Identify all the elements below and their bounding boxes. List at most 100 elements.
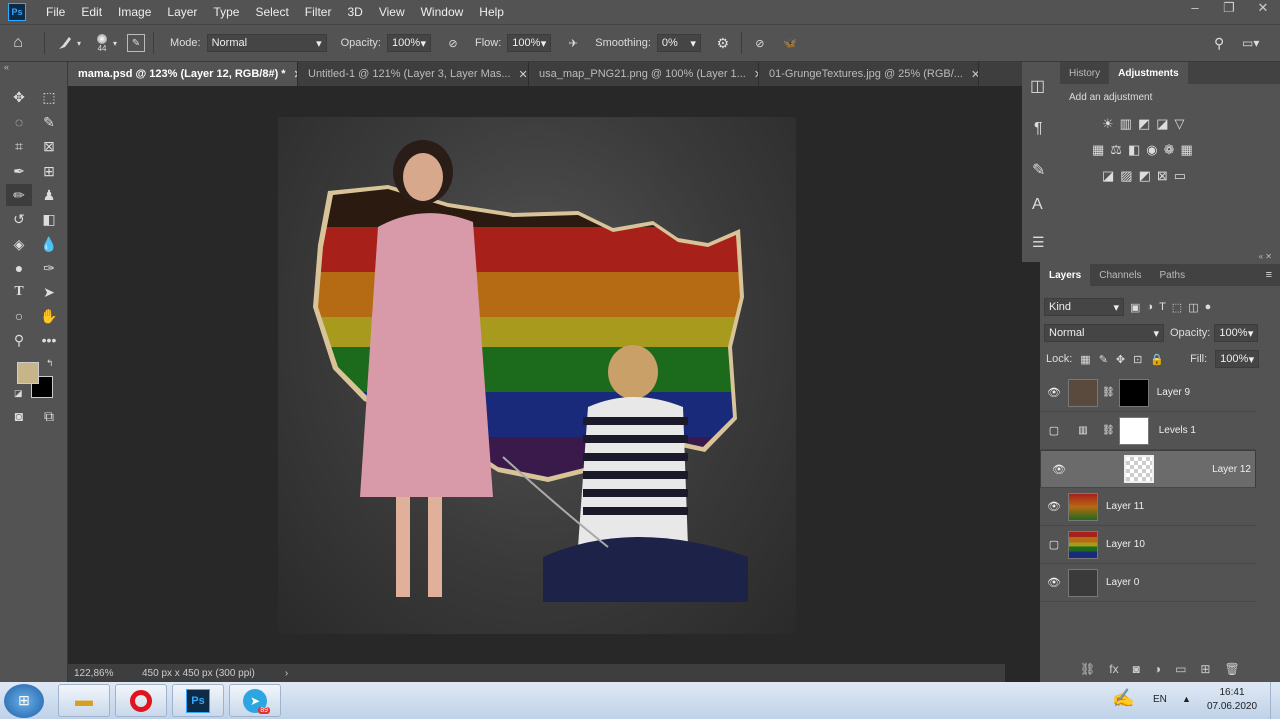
filter-type-icon[interactable]: T [1159,301,1166,313]
character-icon[interactable]: A [1032,196,1043,214]
restore-button[interactable]: ❐ [1212,0,1246,20]
visibility-eye-icon[interactable]: 👁 [1040,576,1068,589]
brush-tool-icon[interactable]: ✏ [6,184,32,206]
layer-mask-thumbnail[interactable] [1118,378,1149,407]
layer-mask-thumbnail[interactable] [1118,416,1149,445]
brush-preset-picker[interactable]: 44 [91,33,113,53]
color-lookup-icon[interactable]: ▦ [1181,142,1193,158]
lock-artboard-icon[interactable]: ⊡ [1133,353,1142,366]
chevron-down-icon[interactable]: ▾ [77,39,81,48]
lasso-tool-icon[interactable]: ◌ [6,111,32,133]
filter-pixel-icon[interactable]: ▣ [1130,301,1140,314]
explorer-taskbar-icon[interactable]: ▬ [58,684,110,717]
hand-tool-icon[interactable]: ✋ [36,305,62,327]
zoom-level[interactable]: 122,86% [74,668,134,679]
brush-settings-icon[interactable]: ✎ [1032,160,1045,180]
close-icon[interactable]: ✕ [519,68,528,81]
default-colors-icon[interactable]: ◪ [14,388,23,399]
close-button[interactable]: ✕ [1246,0,1280,20]
blend-mode-select[interactable]: Normal ▾ [1044,324,1164,342]
menu-help[interactable]: Help [471,5,512,19]
menu-window[interactable]: Window [413,5,472,19]
menu-edit[interactable]: Edit [73,5,110,19]
paragraph-icon[interactable]: ¶ [1034,120,1043,138]
brightness-icon[interactable]: ☀ [1102,116,1114,132]
clock[interactable]: 16:41 07.06.2020 [1200,686,1264,714]
brush-tool-icon[interactable] [53,35,77,51]
properties-icon[interactable]: ☰ [1032,234,1045,251]
new-group-icon[interactable]: ▭ [1175,662,1186,676]
tab-paths[interactable]: Paths [1151,264,1195,286]
channel-mixer-icon[interactable]: ❁ [1164,142,1175,158]
visibility-eye-icon[interactable]: 👁 [1040,386,1068,399]
menu-filter[interactable]: Filter [297,5,340,19]
hue-saturation-icon[interactable]: ▦ [1092,142,1104,158]
chevron-right-icon[interactable]: › [285,668,288,679]
filter-toggle-icon[interactable]: ● [1205,301,1212,313]
tab-channels[interactable]: Channels [1090,264,1150,286]
show-desktop-button[interactable] [1270,682,1280,719]
lock-position-icon[interactable]: ✥ [1116,353,1125,366]
black-white-icon[interactable]: ◧ [1128,142,1140,158]
dodge-tool-icon[interactable]: ● [6,257,32,279]
smoothing-field[interactable]: 0% ▾ [656,34,701,52]
filter-smart-icon[interactable]: ◫ [1188,301,1198,314]
info-panel-icon[interactable]: ◫ [1030,76,1045,96]
eraser-tool-icon[interactable]: ◧ [36,208,62,230]
visibility-eye-icon[interactable]: 👁 [1040,500,1068,513]
layer-row-layer-10[interactable]: ▢ Layer 10 [1040,526,1256,564]
new-adjustment-icon[interactable]: ◑ [1154,662,1161,676]
menu-file[interactable]: File [38,5,73,19]
quick-mask-icon[interactable]: ◙ [6,405,32,427]
layer-row-layer-0[interactable]: 👁 Layer 0 [1040,564,1256,602]
lock-pixels-icon[interactable]: ✎ [1099,353,1108,366]
workspace-icon[interactable]: ▭▾ [1242,36,1259,50]
tab-layers[interactable]: Layers [1040,264,1091,286]
kind-filter-select[interactable]: Kind ▾ [1044,298,1124,316]
path-selection-icon[interactable]: ➤ [36,281,62,303]
link-layers-icon[interactable]: ⛓ [1080,662,1095,676]
home-icon[interactable]: ⌂ [0,34,36,52]
canvas-area[interactable] [68,86,1005,664]
search-icon[interactable]: ⚲ [1214,35,1224,52]
tab-history[interactable]: History [1060,62,1109,84]
lock-transparent-icon[interactable]: ▦ [1080,353,1090,366]
filter-adjustment-icon[interactable]: ◑ [1146,301,1153,313]
levels-icon[interactable]: ▥ [1120,116,1132,132]
photoshop-taskbar-icon[interactable]: Ps [172,684,224,717]
menu-3d[interactable]: 3D [339,5,370,19]
chevron-down-icon[interactable]: ▾ [113,39,117,48]
mode-select[interactable]: Normal ▾ [206,34,327,52]
pressure-opacity-icon[interactable]: ⊘ [443,37,463,50]
trash-icon[interactable]: 🗑 [1224,662,1239,676]
magic-wand-icon[interactable]: ✎ [36,111,62,133]
ellipse-tool-icon[interactable]: ○ [6,305,32,327]
frame-tool-icon[interactable]: ⊠ [36,135,62,157]
visibility-hidden-icon[interactable]: ▢ [1040,424,1068,437]
menu-image[interactable]: Image [110,5,159,19]
healing-brush-icon[interactable]: ⊞ [36,160,62,182]
color-balance-icon[interactable]: ⚖ [1110,142,1122,158]
fill-field[interactable]: 100% ▾ [1215,350,1260,368]
visibility-eye-icon[interactable]: 👁 [1045,463,1073,476]
opacity-field[interactable]: 100% ▾ [386,34,431,52]
fx-icon[interactable]: fx [1109,662,1118,676]
selective-color-icon[interactable]: ⊠ [1157,168,1168,184]
opera-taskbar-icon[interactable] [115,684,167,717]
posterize-icon[interactable]: ▨ [1120,168,1132,184]
start-button[interactable]: ⊞ [4,683,44,718]
pen-tray-icon[interactable]: ✍ [1112,688,1134,709]
more-tools-icon[interactable]: ••• [36,329,62,351]
filter-shape-icon[interactable]: ⬚ [1172,301,1182,314]
curves-icon[interactable]: ◩ [1138,116,1150,132]
collapse-icon[interactable]: « [4,62,9,72]
document-canvas[interactable] [278,117,796,634]
symmetry-icon[interactable]: 🦋 [780,37,800,50]
tab-grunge[interactable]: 01-GrungeTextures.jpg @ 25% (RGB/... ✕ [759,62,979,86]
gear-icon[interactable]: ⚙ [713,35,733,52]
zoom-tool-icon[interactable]: ⚲ [6,329,32,351]
photo-filter-icon[interactable]: ◉ [1146,142,1157,158]
airbrush-icon[interactable]: ✈ [563,37,583,50]
tab-usa-map[interactable]: usa_map_PNG21.png @ 100% (Layer 1...✕ [529,62,759,86]
foreground-color-swatch-top[interactable] [17,362,39,384]
